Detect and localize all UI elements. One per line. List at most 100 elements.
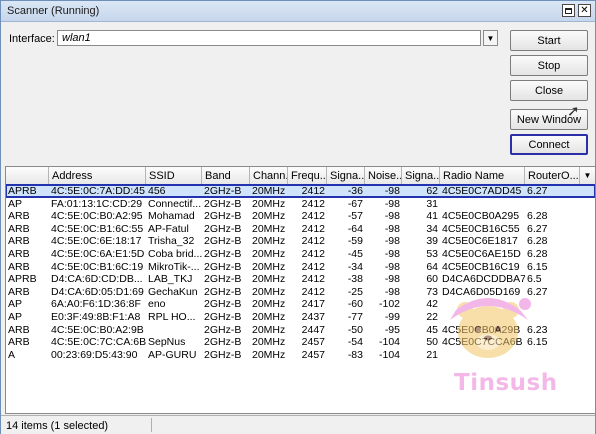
cell-channel: 20MHz [252,210,286,223]
cell-ssid: MikroTik-... [148,260,200,273]
cell-radio: D4CA6D05D169 [442,285,521,298]
cell-address: 4C:5E:0C:7A:DD:45 [51,185,145,197]
cell-ssid: eno [148,298,166,311]
cell-freq: 2412 [301,185,325,197]
cell-channel: 20MHz [252,185,286,197]
column-menu-icon[interactable]: ▼ [580,167,595,184]
cell-radio [440,349,525,361]
cell-router-os: 6.15 [527,336,548,349]
cell-band: 2GHz-B [204,336,242,349]
column-header[interactable]: RouterO... [525,167,580,184]
cell-flags: ARB [8,210,30,223]
interface-label: Interface: [9,33,55,45]
column-header[interactable]: Frequ... [288,167,327,184]
cell-freq: 2412 [301,285,325,298]
table-row[interactable]: ARB D4:CA:6D:05:D1:69 GechaKun 2GHz-B 20MHz 2… [6,286,595,298]
cell-noise: -98 [384,235,400,248]
interface-select[interactable]: wlan1 [57,30,481,46]
table-row-selected[interactable]: APRB 4C:5E:0C:7A:DD:45 456 2GHz-B 20MHz 2412 -… [6,184,595,198]
table-row[interactable]: APRB D4:CA:6D:CD:DB... LAB_TKJ 2GHz-B 20MHz 2… [6,273,595,285]
table-row[interactable]: ARB 4C:5E:0C:B0:A2:9B 2GHz-B 20MHz 2447 -50 -9… [6,324,595,336]
cell-freq: 2412 [301,210,325,223]
cell-ssid: Mohamad [148,210,195,223]
cell-noise: -98 [384,248,400,260]
cell-address: E0:3F:49:8B:F1:A8 [51,311,141,323]
cell-snr: 31 [426,197,438,210]
cell-channel: 20MHz [252,348,286,361]
cell-signal: -83 [347,348,363,361]
cell-noise: -99 [384,311,400,323]
close-button[interactable]: Close [510,80,588,101]
column-header[interactable]: Signa... [327,167,365,184]
table-row[interactable]: ARB 4C:5E:0C:7C:CA:6B SepNus 2GHz-B 20MHz 245… [6,336,595,348]
cell-router-os [525,349,580,361]
cell-ssid: Coba brid... [148,248,202,260]
cell-signal: -54 [347,336,363,349]
cell-address: 4C:5E:0C:6A:E1:5D [51,248,145,260]
cell-freq: 2457 [301,348,325,361]
cell-radio [440,311,525,323]
cell-flags: ARB [8,235,30,248]
table-header: AddressSSIDBandChann...Frequ...Signa...N… [6,167,595,185]
cell-signal: -64 [347,222,363,235]
cell-radio: 4C5E0C6AE15D [442,248,521,260]
cell-router-os: 6.27 [527,285,548,298]
cell-address: 4C:5E:0C:B1:6C:19 [51,260,144,273]
cell-flags: ARB [8,285,30,298]
cell-ssid: 456 [148,185,166,197]
column-header[interactable]: SSID [146,167,202,184]
table-row[interactable]: ARB 4C:5E:0C:6A:E1:5D Coba brid... 2GHz-B 20… [6,248,595,260]
start-button[interactable]: Start [510,30,588,51]
table-row[interactable]: AP 6A:A0:F6:1D:36:8F eno 2GHz-B 20MHz 2417 -60… [6,298,595,310]
table-row[interactable]: ARB 4C:5E:0C:B1:6C:19 MikroTik-... 2GHz-B 20… [6,261,595,273]
watermark-text: Tinsush [454,370,558,396]
title-bar: Scanner (Running) ✕ [1,1,595,22]
cell-channel: 20MHz [252,235,286,248]
table-row[interactable]: ARB 4C:5E:0C:B1:6C:55 AP-Fatul 2GHz-B 20MHz 2… [6,223,595,235]
cell-noise: -104 [378,336,400,349]
cell-address: D4:CA:6D:05:D1:69 [51,285,144,298]
maximize-icon[interactable] [562,4,575,17]
cell-snr: 34 [426,222,438,235]
cell-address: 4C:5E:0C:B0:A2:9B [51,323,144,336]
table-row[interactable]: ARB 4C:5E:0C:6E:18:17 Trisha_32 2GHz-B 20MHz… [6,235,595,247]
column-header[interactable]: Band [202,167,250,184]
close-icon[interactable]: ✕ [578,4,591,17]
mouse-cursor-icon: ➚ [567,103,580,120]
cell-radio: 4C5E0CB16C55 [442,222,520,235]
cell-freq: 2447 [301,323,325,336]
dropdown-arrow-icon[interactable]: ▼ [483,30,498,46]
cell-channel: 20MHz [252,273,286,286]
table-row[interactable]: ARB 4C:5E:0C:B0:A2:95 Mohamad 2GHz-B 20MHz 24… [6,210,595,222]
cell-signal: -25 [347,285,363,298]
status-divider [151,418,152,432]
table-row[interactable]: AP FA:01:13:1C:CD:29 Connectif... 2GHz-B 20M… [6,198,595,210]
cell-band: 2GHz-B [204,222,242,235]
table-row[interactable]: A 00:23:69:D5:43:90 AP-GURU 2GHz-B 20MHz 2457… [6,349,595,361]
column-header[interactable]: Chann... [250,167,288,184]
cell-ssid [146,324,202,336]
cell-radio: D4CA6DCDDBA7 [442,273,525,286]
column-header[interactable]: Signa... [402,167,440,184]
cell-freq: 2457 [301,336,325,349]
column-header[interactable] [6,167,49,184]
cell-router-os: 6.28 [527,235,548,248]
column-header[interactable]: Radio Name [440,167,525,184]
cell-ssid: RPL HO... [148,311,196,323]
cell-channel: 20MHz [252,197,286,210]
cell-snr: 42 [426,298,438,311]
cell-snr: 21 [426,348,438,361]
cell-ssid: SepNus [148,336,186,349]
connect-button[interactable]: Connect [510,134,588,155]
cell-radio: 4C5E0C6E1817 [442,235,518,248]
column-header[interactable]: Address [49,167,146,184]
cell-address: 00:23:69:D5:43:90 [51,348,138,361]
column-header[interactable]: Noise... [365,167,402,184]
table-row[interactable]: AP E0:3F:49:8B:F1:A8 RPL HO... 2GHz-B 20MHz 2… [6,311,595,323]
cell-flags: APRB [8,185,37,197]
cell-band: 2GHz-B [204,210,242,223]
cell-flags: ARB [8,260,30,273]
window-title: Scanner (Running) [7,5,100,17]
cell-ssid: AP-GURU [148,348,197,361]
stop-button[interactable]: Stop [510,55,588,76]
